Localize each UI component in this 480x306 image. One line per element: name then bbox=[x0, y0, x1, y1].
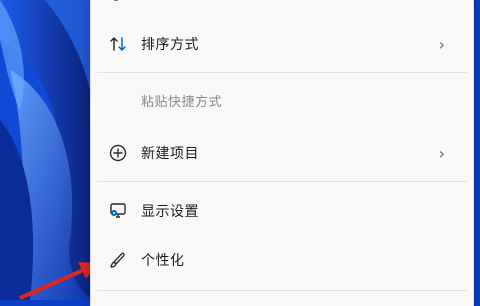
menu-item-personalize[interactable]: 个性化 bbox=[91, 240, 473, 280]
menu-item-label: 新建项目 bbox=[141, 146, 199, 162]
display-settings-icon bbox=[107, 200, 129, 222]
menu-item-paste-shortcut[interactable]: 粘贴快捷方式 bbox=[91, 80, 473, 120]
separator bbox=[97, 181, 467, 182]
menu-item-label: 显示设置 bbox=[141, 204, 199, 220]
menu-item-label: 粘贴快捷方式 bbox=[141, 94, 223, 110]
add-circle-icon bbox=[107, 142, 129, 164]
menu-item-display-settings[interactable]: 显示设置 bbox=[91, 191, 473, 231]
menu-item-new[interactable]: 新建项目 › bbox=[91, 133, 473, 173]
separator bbox=[97, 72, 467, 73]
sort-icon bbox=[107, 33, 129, 55]
view-icon-partial bbox=[113, 0, 119, 1]
desktop-context-menu: 排序方式 › 粘贴快捷方式 新建项目 › 显示设置 个性化 bbox=[90, 0, 474, 306]
brush-icon bbox=[107, 249, 129, 271]
menu-item-sort-by[interactable]: 排序方式 › bbox=[91, 24, 473, 64]
separator bbox=[97, 290, 467, 291]
menu-item-label: 排序方式 bbox=[141, 37, 199, 53]
chevron-right-icon: › bbox=[438, 143, 445, 163]
chevron-right-icon: › bbox=[438, 34, 445, 54]
menu-item-label: 个性化 bbox=[141, 253, 185, 269]
